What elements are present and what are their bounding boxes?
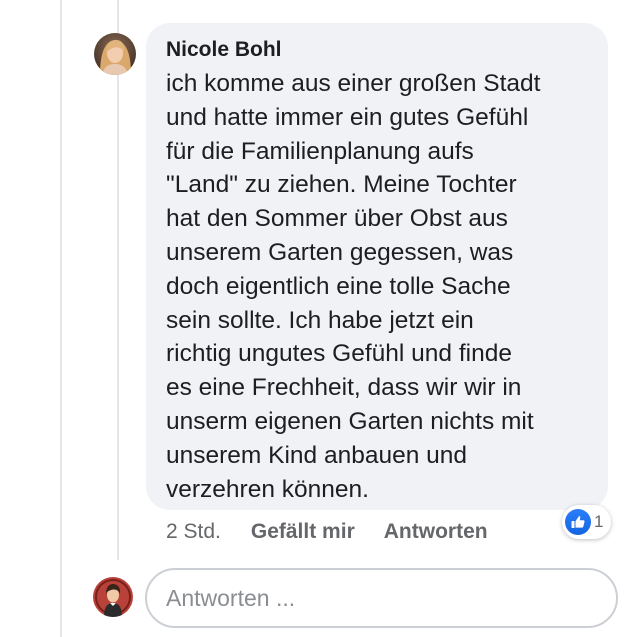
thread-line xyxy=(60,0,62,637)
comment-author[interactable]: Nicole Bohl xyxy=(166,36,590,64)
comment-text: ich komme aus einer großen Stadt und hat… xyxy=(166,70,541,503)
like-button[interactable]: Gefällt mir xyxy=(251,518,355,546)
reply-thread-line xyxy=(117,0,119,560)
reply-input[interactable] xyxy=(166,584,586,612)
reaction-count: 1 xyxy=(594,512,604,531)
reaction-badge[interactable]: 1 xyxy=(562,505,612,539)
comment-actions: 2 Std. Gefällt mir Antworten xyxy=(166,518,488,546)
avatar-photo xyxy=(94,33,136,75)
reply-button[interactable]: Antworten xyxy=(384,518,488,546)
current-user-avatar-photo xyxy=(93,577,133,617)
avatar[interactable] xyxy=(94,33,136,75)
comment-bubble: Nicole Bohl ich komme aus einer großen S… xyxy=(146,23,608,510)
reply-field[interactable] xyxy=(145,568,618,628)
like-thumb-icon xyxy=(565,509,591,535)
comment-timestamp[interactable]: 2 Std. xyxy=(166,518,221,546)
current-user-avatar xyxy=(93,577,133,617)
